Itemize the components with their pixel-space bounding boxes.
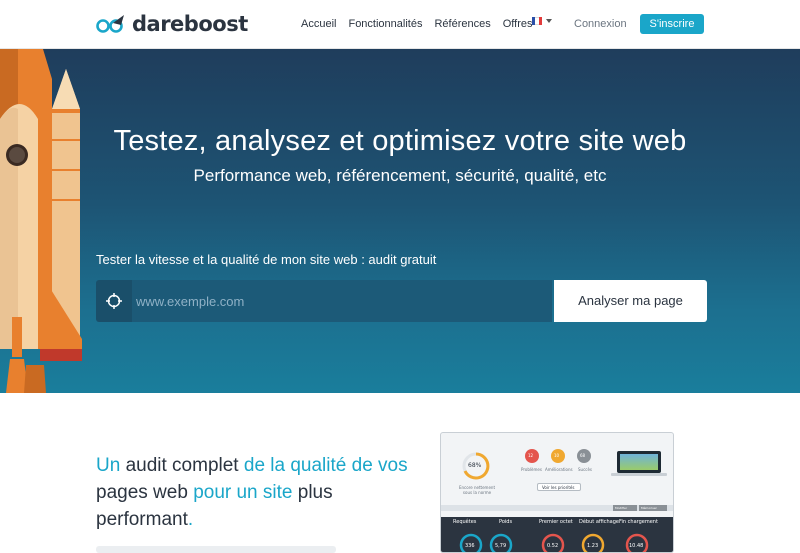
top-navbar: dareboost Accueil Fonctionnalités Référe…	[0, 0, 800, 49]
metric-label: Fin chargement	[619, 519, 658, 525]
chevron-down-icon	[546, 19, 552, 23]
priorities-label: Voir les priorités	[542, 485, 575, 490]
feature-headline: Un audit complet de la qualité de vos pa…	[96, 452, 416, 533]
improvements-label: Améliorations	[545, 467, 573, 472]
nav-links: Accueil Fonctionnalités Références Offre…	[301, 18, 533, 30]
save-label: Mémoriser	[641, 506, 657, 510]
score-value: 68%	[468, 462, 482, 469]
nav-link-fonctionnalites[interactable]: Fonctionnalités	[348, 18, 422, 30]
test-label: Tester la vitesse et la qualité de mon s…	[96, 252, 437, 267]
metric-label: Début affichage	[579, 519, 619, 525]
metric-gauges	[459, 533, 649, 552]
modify-button[interactable]: Modifier	[613, 505, 637, 511]
headline-part: .	[187, 509, 194, 530]
nav-link-references[interactable]: Références	[434, 18, 490, 30]
report-preview-image: 68% Encore nettement sous la norme 12 Pr…	[440, 432, 674, 553]
hero-section: Testez, analysez et optimisez votre site…	[0, 49, 800, 393]
problems-count: 12	[528, 453, 534, 458]
priorities-button[interactable]: Voir les priorités	[537, 483, 581, 491]
headline-part: pour un site	[193, 482, 293, 503]
metric-value: 0.52	[547, 543, 559, 549]
laptop-base	[611, 473, 667, 476]
url-input[interactable]	[132, 280, 552, 322]
success-count: 68	[580, 453, 586, 458]
success-label: Succès	[578, 467, 593, 472]
faded-text-line	[96, 546, 336, 553]
score-caption: Encore nettement sous la norme	[458, 485, 496, 495]
metric-label: Premier octet	[539, 519, 573, 525]
nav-link-accueil[interactable]: Accueil	[301, 18, 336, 30]
hero-subtitle: Performance web, référencement, sécurité…	[193, 166, 607, 185]
metric-value: 1.23	[587, 543, 599, 549]
language-selector[interactable]	[532, 17, 552, 25]
metrics-toolbar: Modifier Mémoriser	[441, 505, 673, 511]
crosshair-icon	[96, 280, 132, 322]
dareboost-logo-icon	[96, 15, 124, 33]
headline-part: audit complet	[120, 455, 244, 476]
headline-part: de la qualité de vos	[243, 455, 408, 476]
improvements-count: 10	[554, 453, 560, 458]
hero-title: Testez, analysez et optimisez votre site…	[113, 125, 687, 157]
problems-label: Problèmes	[521, 467, 542, 472]
metric-value: 336	[465, 543, 475, 549]
logo-text: dareboost	[132, 12, 248, 36]
metric-label: Poids	[499, 519, 513, 525]
modify-label: Modifier	[615, 506, 628, 510]
headline-part: pages web	[96, 482, 194, 503]
laptop-thumbnail	[617, 451, 661, 473]
analyze-button[interactable]: Analyser ma page	[554, 280, 707, 322]
url-search-form: Analyser ma page	[96, 280, 707, 322]
save-button[interactable]: Mémoriser	[639, 505, 667, 511]
rocket-illustration	[0, 49, 82, 393]
metric-value: 5,79	[495, 543, 507, 549]
nav-link-offres[interactable]: Offres	[503, 18, 533, 30]
flag-fr-icon	[532, 17, 542, 25]
headline-part: Un	[96, 455, 121, 476]
metrics-strip: Requêtes Poids Premier octet Début affic…	[441, 517, 673, 552]
signup-button[interactable]: S'inscrire	[640, 14, 704, 34]
metric-label: Requêtes	[453, 519, 477, 525]
login-link[interactable]: Connexion	[574, 18, 627, 30]
metric-value: 10.48	[629, 543, 644, 549]
logo[interactable]: dareboost	[96, 12, 248, 36]
